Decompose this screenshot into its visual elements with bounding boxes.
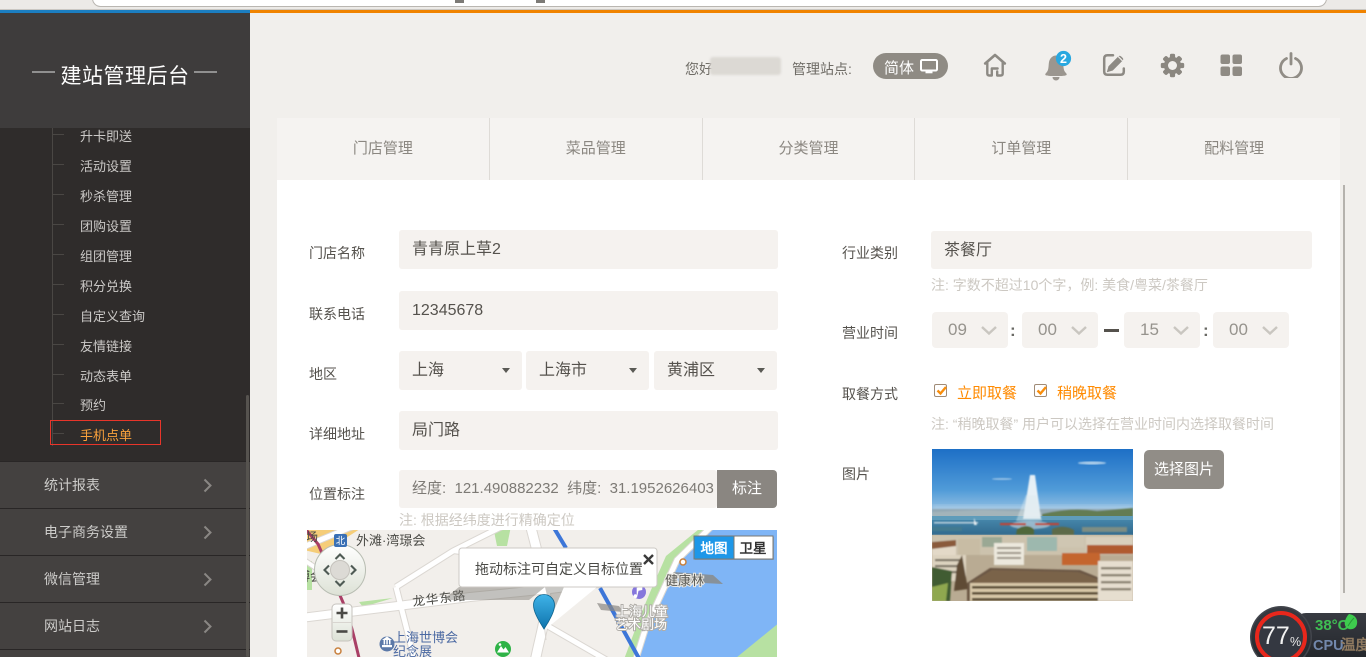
svg-text:北: 北	[336, 536, 346, 547]
svg-text:场: 场	[307, 530, 318, 544]
svg-text:77: 77	[1262, 622, 1290, 650]
svg-text:拖动标注可自定义目标位置: 拖动标注可自定义目标位置	[475, 561, 643, 577]
svg-text:38°C: 38°C	[1315, 617, 1349, 634]
svg-text:上海世博会: 上海世博会	[393, 630, 458, 645]
svg-text:卫星: 卫星	[740, 541, 767, 556]
svg-text:艺术剧场: 艺术剧场	[615, 617, 667, 632]
svg-text:健康林: 健康林	[665, 573, 704, 588]
svg-text:纪念展: 纪念展	[393, 644, 432, 657]
svg-text:地图: 地图	[701, 540, 728, 556]
svg-text:CPU: CPU	[1313, 638, 1344, 654]
svg-text:2: 2	[1060, 52, 1067, 66]
svg-text:温度: 温度	[1341, 636, 1366, 654]
svg-text:外滩·湾璟会: 外滩·湾璟会	[356, 533, 425, 548]
svg-text:%: %	[1290, 635, 1301, 649]
